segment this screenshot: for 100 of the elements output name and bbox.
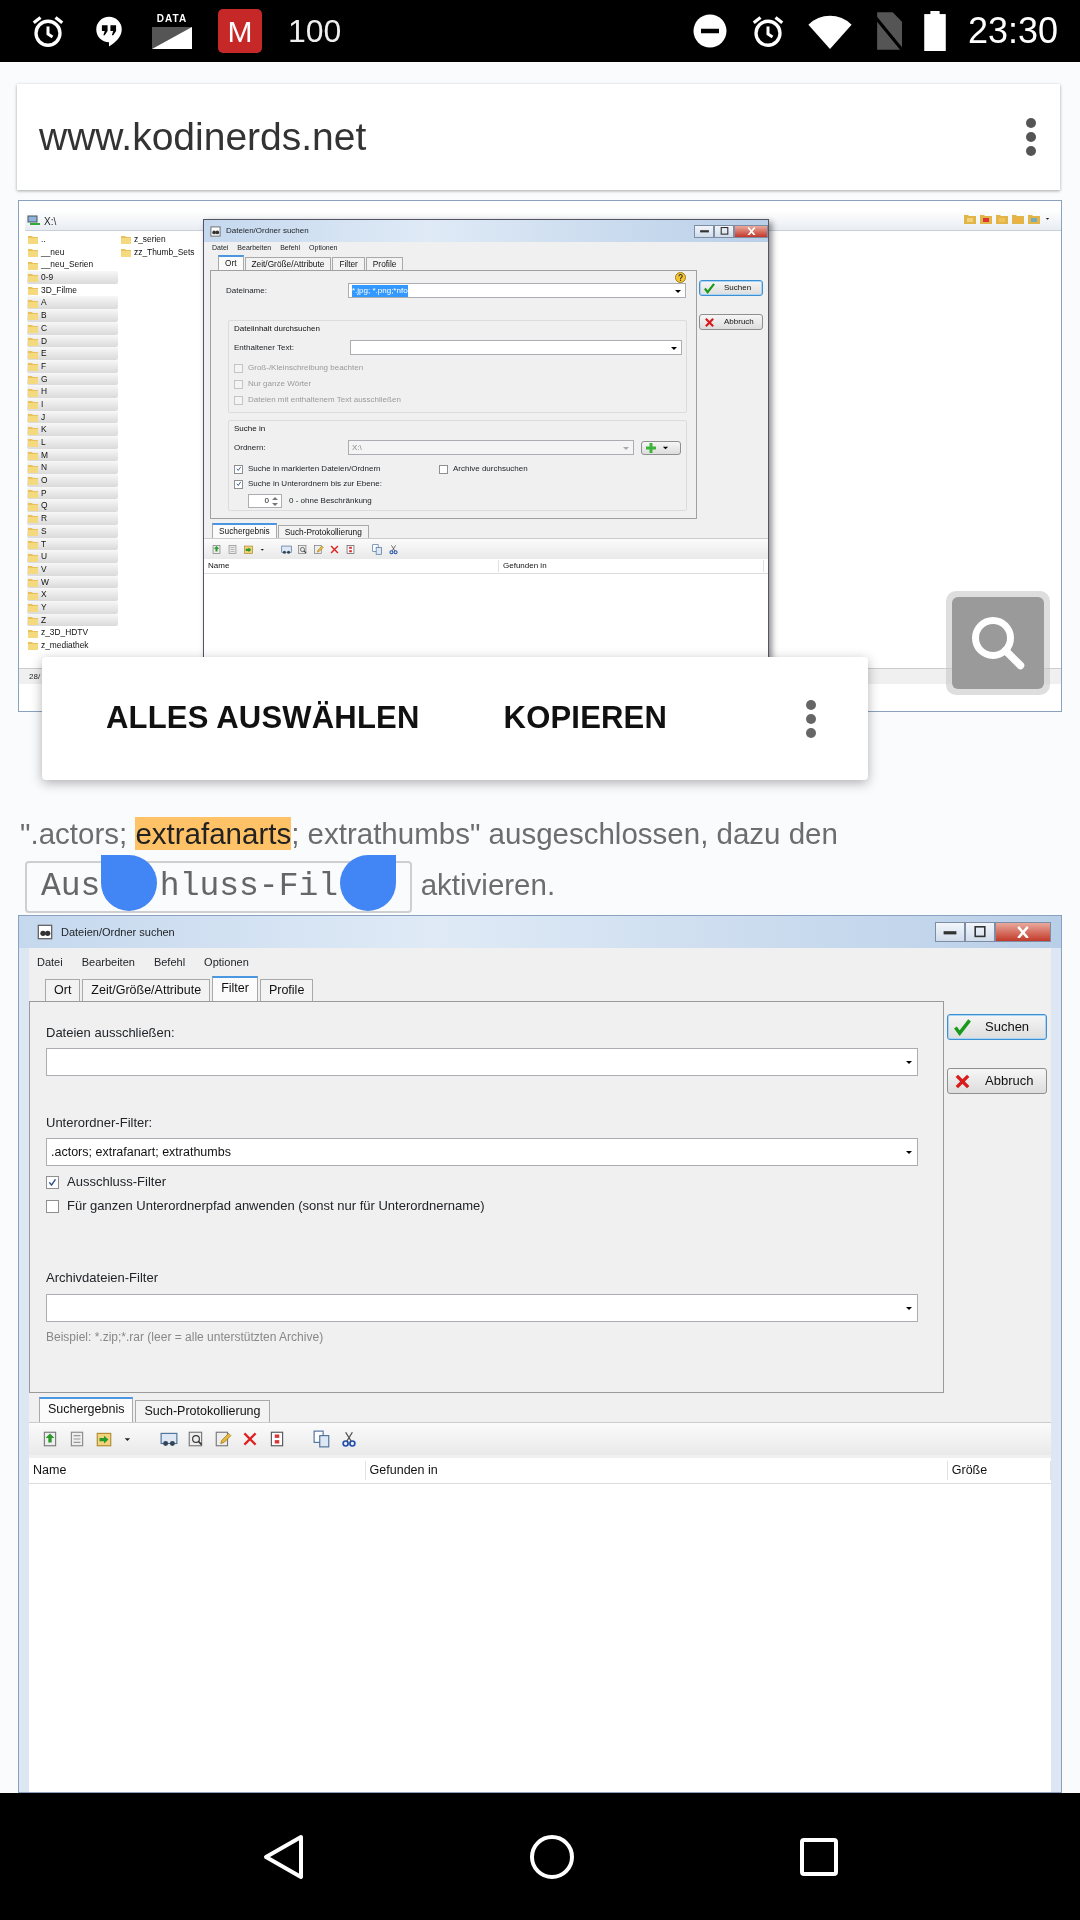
home-icon[interactable] <box>528 1832 576 1881</box>
more-icon[interactable] <box>804 698 818 739</box>
folder-item[interactable]: z_3D_HDTV <box>27 626 118 639</box>
card-icon[interactable] <box>159 1430 178 1448</box>
document-icon[interactable] <box>345 543 357 555</box>
pencil-icon[interactable] <box>213 1430 232 1448</box>
document-arrow-icon[interactable] <box>211 543 222 555</box>
combo-field[interactable] <box>350 340 682 355</box>
tab[interactable]: Zeit/Größe/Attribute <box>244 257 332 270</box>
column-header[interactable]: Gefunden in <box>499 560 764 572</box>
folder-item[interactable]: K <box>27 423 118 436</box>
minimize-button[interactable] <box>694 224 714 238</box>
tab[interactable]: Suchergebnis <box>39 1397 134 1422</box>
tab[interactable]: Zeit/Größe/Attribute <box>82 979 211 1001</box>
back-icon[interactable] <box>261 1832 306 1881</box>
folder-item[interactable]: H <box>27 385 118 398</box>
selection-handle[interactable] <box>340 855 396 911</box>
tab[interactable]: Suchergebnis <box>212 523 277 538</box>
folder-item[interactable]: z_serien <box>120 233 211 246</box>
card-icon[interactable] <box>281 543 293 555</box>
document-icon[interactable] <box>68 1430 86 1448</box>
close-button[interactable] <box>995 922 1051 942</box>
checkbox[interactable] <box>439 464 448 474</box>
checkbox[interactable] <box>234 479 243 489</box>
dialog-button[interactable]: Abbruch <box>699 314 763 330</box>
checkbox[interactable] <box>234 464 243 474</box>
tab[interactable]: Such-Protokollierung <box>135 1400 270 1422</box>
tab[interactable]: Ort <box>45 979 81 1001</box>
minimize-icon <box>942 928 958 936</box>
folder-item[interactable]: B <box>27 309 118 322</box>
folder-item[interactable]: __neu_Serien <box>27 258 118 272</box>
dialog-button[interactable]: Suchen <box>947 1014 1047 1040</box>
folder-item[interactable]: X <box>27 588 118 601</box>
help-icon[interactable] <box>675 272 686 283</box>
folder-item[interactable]: N <box>27 461 118 475</box>
menu-item[interactable]: Optionen <box>204 953 249 971</box>
folder-item[interactable]: Q <box>27 499 118 513</box>
folder-item[interactable]: zz_Thumb_Sets <box>120 245 211 259</box>
cross-icon[interactable] <box>329 543 341 555</box>
folder-item[interactable]: E <box>27 347 118 360</box>
column-header[interactable]: Name <box>204 560 499 572</box>
folder-item[interactable]: R <box>27 512 118 525</box>
menu-item[interactable]: Datei <box>37 953 63 971</box>
combo-field[interactable]: .actors; extrafanart; extrathumbs <box>46 1138 918 1166</box>
menu-button[interactable]: KOPIEREN <box>479 685 692 752</box>
column-header[interactable]: Name <box>29 1461 366 1480</box>
folder-item[interactable]: L <box>27 436 118 449</box>
maximize-button[interactable] <box>965 922 995 942</box>
dialog-button[interactable]: Suchen <box>699 280 763 296</box>
combo-field[interactable] <box>46 1294 918 1322</box>
checkbox[interactable] <box>46 1175 59 1189</box>
column-header[interactable]: Gefunden in <box>365 1461 948 1480</box>
tab[interactable]: Filter <box>212 976 258 1001</box>
checkbox[interactable] <box>46 1199 59 1213</box>
arrow-box-icon[interactable] <box>95 1430 113 1448</box>
tab[interactable]: Ort <box>218 255 244 270</box>
arrow-box-icon[interactable] <box>243 543 254 555</box>
alarm-icon <box>30 13 66 49</box>
spin-field[interactable]: 0 <box>248 494 282 508</box>
caret-icon[interactable] <box>905 1304 913 1312</box>
copy-icon[interactable] <box>371 543 383 555</box>
document-magnifier-icon[interactable] <box>186 1430 205 1448</box>
folder-icon[interactable] <box>980 213 992 224</box>
folder-item[interactable]: O <box>27 474 118 487</box>
close-button[interactable] <box>734 224 768 238</box>
search-button[interactable] <box>946 591 1050 695</box>
add-button[interactable] <box>641 440 681 455</box>
scissors-icon[interactable] <box>339 1430 358 1448</box>
column-header[interactable]: Größe <box>947 1461 1051 1480</box>
maximize-button[interactable] <box>714 224 734 238</box>
tab[interactable]: Such-Protokollierung <box>277 525 369 538</box>
recents-icon[interactable] <box>798 1836 839 1877</box>
copy-icon[interactable] <box>312 1430 331 1448</box>
selection-handle[interactable] <box>101 855 157 911</box>
pencil-icon[interactable] <box>313 543 325 555</box>
folder-item[interactable]: A <box>27 296 118 310</box>
folder-item[interactable]: 3D_Filme <box>27 283 118 297</box>
tab[interactable]: Profile <box>365 257 404 270</box>
menu-button[interactable]: ALLES AUSWÄHLEN <box>82 685 444 752</box>
scissors-icon[interactable] <box>387 543 399 555</box>
folder-item[interactable]: U <box>27 550 118 563</box>
caret-icon[interactable] <box>905 1148 913 1156</box>
menu-item[interactable]: Befehl <box>153 953 186 971</box>
spinner-arrows-icon[interactable] <box>272 495 278 507</box>
folder-item[interactable]: __neu <box>27 245 118 259</box>
tab[interactable]: Filter <box>332 257 365 270</box>
minimize-button[interactable] <box>935 922 965 942</box>
more-icon[interactable] <box>1024 117 1038 157</box>
dialog-button[interactable]: Abbruch <box>947 1068 1047 1094</box>
address-bar[interactable]: www.kodinerds.net <box>17 84 1060 190</box>
combo-field[interactable] <box>46 1048 918 1076</box>
menu-item[interactable]: Bearbeiten <box>81 953 135 971</box>
app-icon[interactable]: M <box>218 9 262 53</box>
folder-item[interactable]: .. <box>27 233 118 246</box>
tab[interactable]: Profile <box>259 979 314 1001</box>
folder-item[interactable]: z_mediathek <box>27 639 118 652</box>
drive-icon <box>27 215 41 227</box>
folder-item[interactable]: 0-9 <box>27 271 118 284</box>
caret-icon[interactable] <box>905 1058 913 1066</box>
folder-icon[interactable] <box>1028 213 1040 224</box>
